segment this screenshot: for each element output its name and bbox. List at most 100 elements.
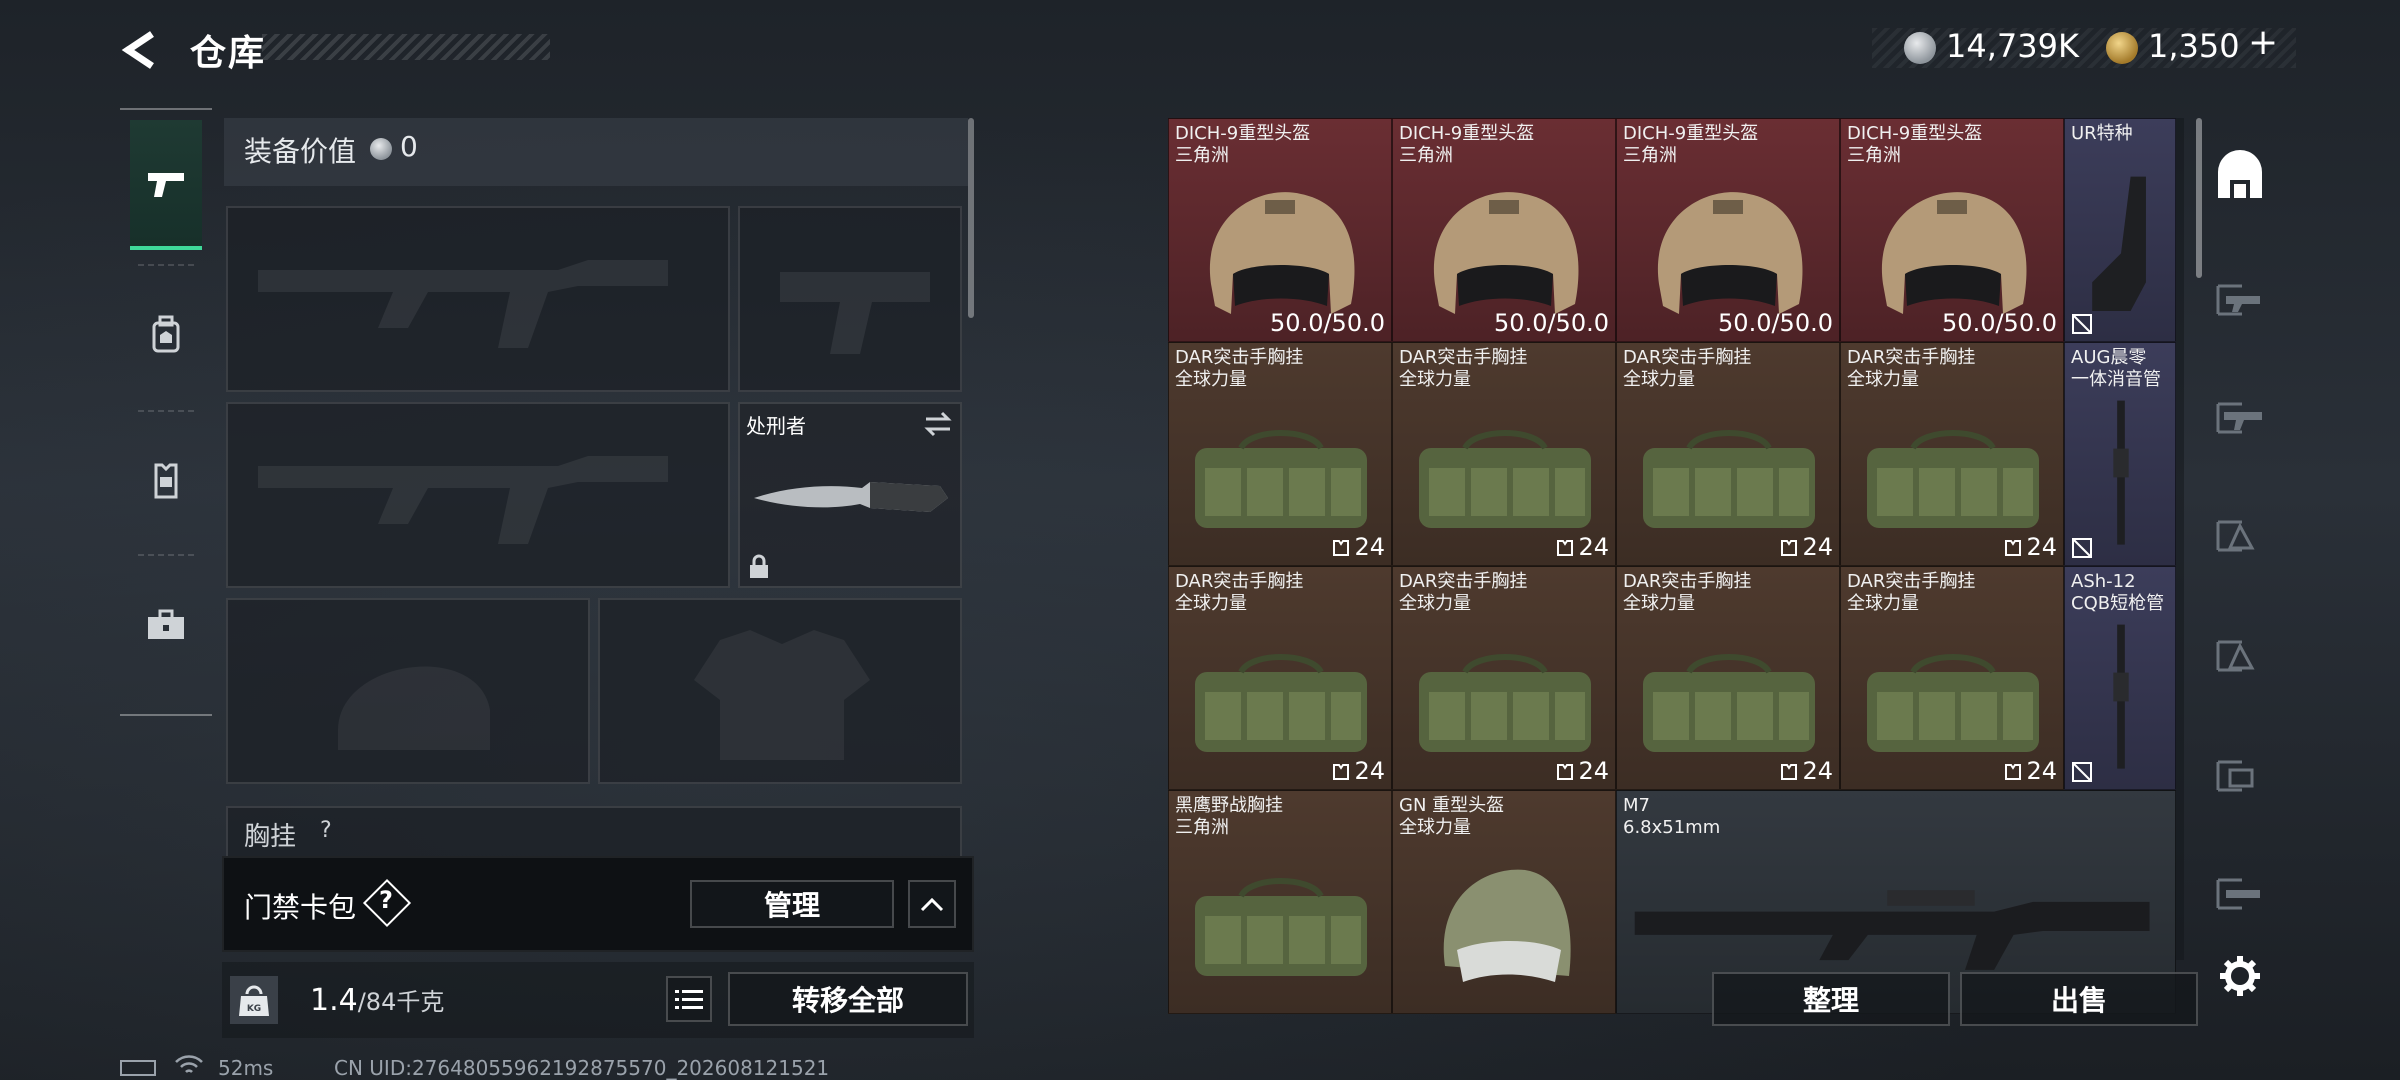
tab-vest[interactable] xyxy=(130,416,202,546)
melee-slot[interactable]: 处刑者 xyxy=(738,402,962,588)
rifle-tab-icon xyxy=(2216,284,2260,316)
item-name: AUG晨零 一体消音管 xyxy=(2071,347,2161,390)
filter-all[interactable] xyxy=(2212,150,2268,206)
filter-category-4[interactable] xyxy=(2212,628,2268,684)
no-sell-icon xyxy=(2072,762,2092,782)
armor-silhouette-icon xyxy=(694,630,870,760)
inventory-item[interactable]: AUG晨零 一体消音管 xyxy=(2064,342,2176,566)
inventory-item[interactable]: DAR突击手胸挂 全球力量 24 xyxy=(1168,566,1392,790)
battery-icon xyxy=(120,1060,156,1076)
vest-icon xyxy=(154,463,178,499)
item-value: 24 xyxy=(1556,757,1609,785)
tab-case[interactable] xyxy=(130,560,202,690)
list-icon xyxy=(675,990,703,1009)
silver-coin-icon xyxy=(1904,32,1936,64)
filter-category-2[interactable] xyxy=(2212,390,2268,446)
item-value: 24 xyxy=(1780,533,1833,561)
swap-icon[interactable] xyxy=(922,410,954,438)
category-rail xyxy=(120,108,212,716)
helmet-icon xyxy=(1433,192,1579,314)
inventory-item[interactable]: UR特种 xyxy=(2064,118,2176,342)
list-view-button[interactable] xyxy=(666,976,712,1022)
filter-category-1[interactable] xyxy=(2212,272,2268,328)
secondary-weapon-slot[interactable] xyxy=(226,402,730,588)
filter-category-5[interactable] xyxy=(2212,748,2268,804)
briefcase-icon xyxy=(148,609,184,639)
inventory-item[interactable]: DICH-9重型头盔 三角洲 50.0/50.0 xyxy=(1840,118,2064,342)
item-value: 24 xyxy=(1332,533,1385,561)
item-value-text: 24 xyxy=(1802,533,1833,561)
filter-category-6[interactable] xyxy=(2212,866,2268,922)
chest-rig-icon xyxy=(1419,430,1591,528)
silver-coin-icon xyxy=(370,138,392,160)
pistol-icon xyxy=(148,173,184,197)
inventory-item[interactable]: GN 重型头盔 全球力量 xyxy=(1392,790,1616,1014)
title-decoration xyxy=(262,34,550,60)
rifle-silhouette-icon xyxy=(258,260,668,348)
vest-capacity-icon xyxy=(2005,764,2022,780)
rifle-silhouette-icon xyxy=(258,456,668,544)
inventory-item[interactable]: DAR突击手胸挂 全球力量 24 xyxy=(1392,342,1616,566)
inventory-item[interactable]: DAR突击手胸挂 全球力量 24 xyxy=(1616,566,1840,790)
manage-button[interactable]: 管理 xyxy=(690,880,894,928)
item-value: 50.0/50.0 xyxy=(1718,309,1833,337)
warehouse-icon xyxy=(2218,150,2262,198)
inventory-item[interactable]: DAR突击手胸挂 全球力量 24 xyxy=(1168,342,1392,566)
inventory-scrollbar[interactable] xyxy=(2196,118,2202,278)
chest-rig-icon xyxy=(1643,654,1815,752)
item-value: 50.0/50.0 xyxy=(1494,309,1609,337)
inventory-item[interactable]: DICH-9重型头盔 三角洲 50.0/50.0 xyxy=(1168,118,1392,342)
collapse-button[interactable] xyxy=(908,880,956,928)
item-name: DAR突击手胸挂 全球力量 xyxy=(1399,571,1528,614)
filter-category-3[interactable] xyxy=(2212,508,2268,564)
sidearm-slot[interactable] xyxy=(738,206,962,392)
inventory-item[interactable]: DAR突击手胸挂 全球力量 24 xyxy=(1840,566,2064,790)
chest-rig-icon xyxy=(1195,878,1367,976)
stock-icon xyxy=(2092,176,2146,312)
item-value-text: 24 xyxy=(1578,533,1609,561)
helmet-icon xyxy=(1657,192,1803,314)
keycard-help: ? xyxy=(379,886,393,914)
inventory-item[interactable]: DICH-9重型头盔 三角洲 50.0/50.0 xyxy=(1616,118,1840,342)
helmet-icon xyxy=(1209,192,1355,314)
item-value: 50.0/50.0 xyxy=(1270,309,1385,337)
item-name: DAR突击手胸挂 全球力量 xyxy=(1847,347,1976,390)
item-value-text: 50.0/50.0 xyxy=(1942,309,2057,337)
back-button[interactable] xyxy=(120,28,164,72)
inventory-item[interactable]: DAR突击手胸挂 全球力量 24 xyxy=(1616,342,1840,566)
inventory-item[interactable]: 黑鹰野战胸挂 三角洲 xyxy=(1168,790,1392,1014)
inventory-item[interactable]: DICH-9重型头盔 三角洲 50.0/50.0 xyxy=(1392,118,1616,342)
equipment-scrollbar[interactable] xyxy=(968,118,974,318)
chevron-up-icon xyxy=(920,897,944,912)
item-name: DAR突击手胸挂 全球力量 xyxy=(1175,571,1304,614)
rig-tab-icon xyxy=(2216,760,2254,792)
barrel-icon xyxy=(2113,400,2129,545)
help-icon[interactable]: ? xyxy=(320,818,332,843)
tab-backpack[interactable] xyxy=(130,270,202,400)
chest-rig-slot[interactable]: 胸挂 ? xyxy=(226,806,962,856)
inventory-item[interactable]: ASh-12 CQB短枪管 xyxy=(2064,566,2176,790)
armor-slot[interactable] xyxy=(598,598,962,784)
item-name: DAR突击手胸挂 全球力量 xyxy=(1399,347,1528,390)
inventory-item[interactable]: DAR突击手胸挂 全球力量 24 xyxy=(1840,342,2064,566)
melee-name: 处刑者 xyxy=(746,414,806,438)
equipment-value: 0 xyxy=(400,130,418,163)
helmet-slot[interactable] xyxy=(226,598,590,784)
helmet-icon xyxy=(1443,869,1571,982)
tab-weapons[interactable] xyxy=(130,120,202,250)
item-value-text: 24 xyxy=(1354,757,1385,785)
item-name: 黑鹰野战胸挂 三角洲 xyxy=(1175,795,1283,838)
item-value: 50.0/50.0 xyxy=(1942,309,2057,337)
ping: 52ms xyxy=(218,1056,274,1080)
knife-icon xyxy=(754,482,948,512)
item-name: DICH-9重型头盔 三角洲 xyxy=(1175,123,1311,166)
transfer-all-button[interactable]: 转移全部 xyxy=(728,972,968,1026)
sort-button[interactable]: 整理 xyxy=(1712,972,1950,1026)
settings-button[interactable] xyxy=(2218,954,2262,998)
add-gold-button[interactable]: + xyxy=(2248,22,2278,63)
item-value: 24 xyxy=(1332,757,1385,785)
sell-button[interactable]: 出售 xyxy=(1960,972,2198,1026)
inventory-item[interactable]: DAR突击手胸挂 全球力量 24 xyxy=(1392,566,1616,790)
primary-weapon-slot[interactable] xyxy=(226,206,730,392)
vest-capacity-icon xyxy=(1333,540,1350,556)
